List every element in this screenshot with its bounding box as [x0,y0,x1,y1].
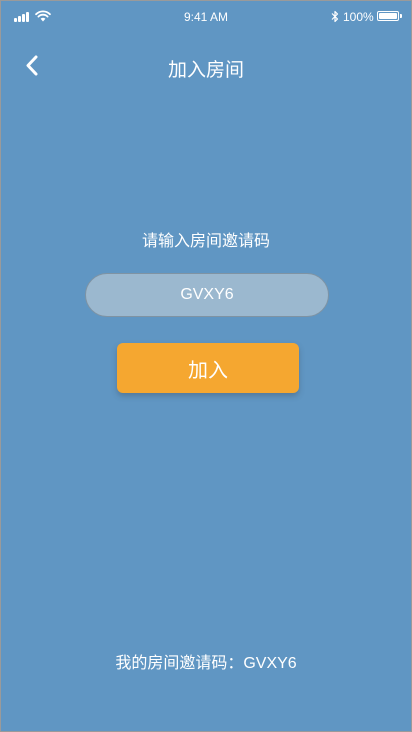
join-room-screen: 9:41 AM 100% 加入房间 请输入房间邀请码 加入 我的房间邀请码：GV… [0,0,412,732]
battery-icon [377,11,399,21]
my-invite-code-value: GVXY6 [243,655,297,672]
invite-code-input[interactable] [85,273,329,317]
invite-code-prompt: 请输入房间邀请码 [141,231,270,250]
bluetooth-icon [331,10,339,23]
battery-cap [400,14,402,18]
status-bar: 9:41 AM 100% [1,1,411,33]
join-button[interactable]: 加入 [117,343,299,393]
my-invite-code: 我的房间邀请码：GVXY6 [1,649,411,673]
my-invite-code-label: 我的房间邀请码： [115,653,244,672]
battery-percent: 100% [343,10,374,24]
battery-fill [379,13,397,19]
page-title: 加入房间 [167,59,244,81]
